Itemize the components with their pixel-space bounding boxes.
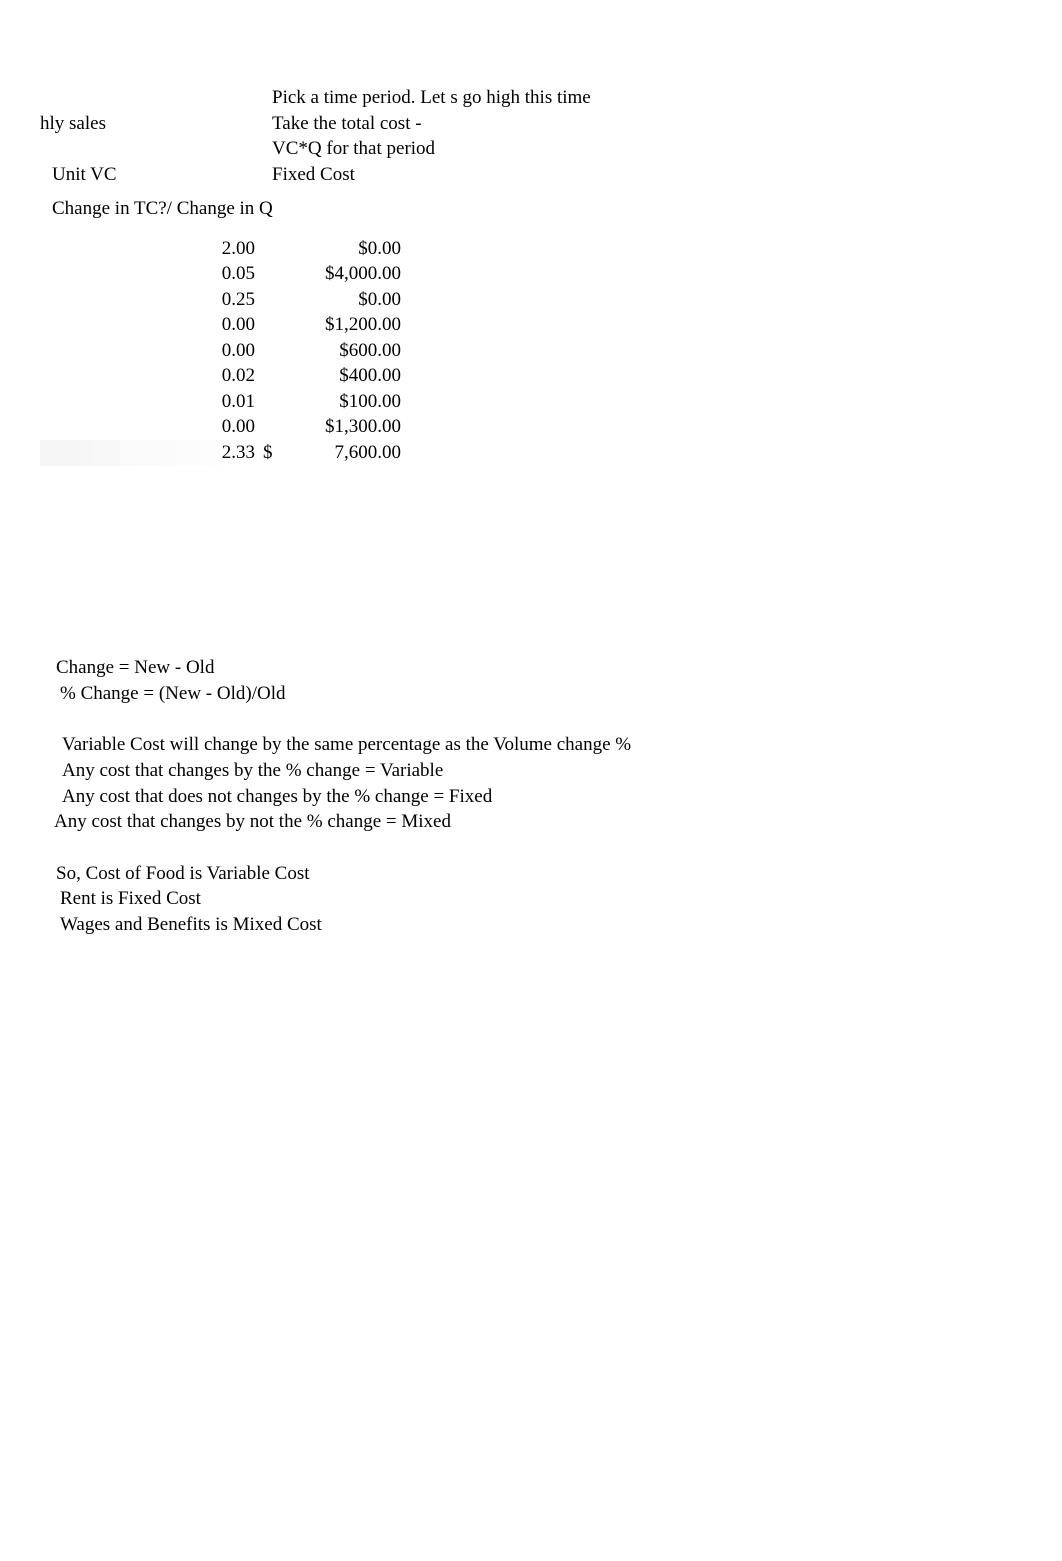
- cell-c: $0.00: [279, 287, 401, 313]
- cell-c: $0.00: [279, 236, 401, 262]
- note-line: Rent is Fixed Cost: [60, 886, 956, 912]
- note-line: Variable Cost will change by the same pe…: [62, 732, 956, 758]
- header-left-2: [40, 136, 272, 162]
- table-row: 2.00 $0.00: [40, 236, 401, 262]
- cell-a: 0.05: [40, 261, 259, 287]
- header-block: Pick a time period. Let s go high this t…: [40, 85, 640, 221]
- cell-a: 0.00: [40, 414, 259, 440]
- cell-a: 2.33: [40, 440, 259, 466]
- table-row-total: 2.33 $ 7,600.00: [40, 440, 401, 466]
- cell-c: $1,200.00: [279, 312, 401, 338]
- table-row: 0.25 $0.00: [40, 287, 401, 313]
- table-row: 0.00 $1,300.00: [40, 415, 401, 441]
- note-line: Wages and Benefits is Mixed Cost: [60, 912, 956, 938]
- header-right-2: VC*Q for that period: [272, 136, 640, 162]
- cell-a: 2.00: [40, 236, 259, 262]
- cell-c: $400.00: [279, 363, 401, 389]
- cell-a: 0.00: [40, 338, 259, 364]
- note-line: Any cost that changes by not the % chang…: [54, 809, 956, 835]
- table-row: 0.01 $100.00: [40, 389, 401, 415]
- cell-a: 0.00: [40, 312, 259, 338]
- cell-c: $4,000.00: [279, 261, 401, 287]
- header-row-4: Change in TC?/ Change in Q: [40, 196, 640, 222]
- header-right-1: Take the total cost -: [272, 111, 640, 137]
- cell-c: $100.00: [279, 389, 401, 415]
- notes-block: Change = New - Old % Change = (New - Old…: [56, 655, 956, 938]
- header-left-0: [40, 85, 272, 111]
- note-line: Any cost that changes by the % change = …: [62, 758, 956, 784]
- table-row: 0.05 $4,000.00: [40, 262, 401, 288]
- note-line: Any cost that does not changes by the % …: [62, 784, 956, 810]
- cell-a: 0.25: [40, 287, 259, 313]
- cell-c: $600.00: [279, 338, 401, 364]
- table-row: 0.02 $400.00: [40, 364, 401, 390]
- header-left-3: Unit VC: [40, 162, 272, 188]
- data-table: 2.00 $0.00 0.05 $4,000.00 0.25 $0.00 0.0…: [40, 236, 401, 466]
- note-line: So, Cost of Food is Variable Cost: [56, 861, 956, 887]
- cell-a: 0.01: [40, 389, 259, 415]
- note-line: % Change = (New - Old)/Old: [60, 681, 956, 707]
- table-row: 0.00 $600.00: [40, 338, 401, 364]
- cell-b: $: [259, 440, 279, 466]
- cell-c: $1,300.00: [279, 414, 401, 440]
- header-right-3: Fixed Cost: [272, 162, 640, 188]
- cell-a: 0.02: [40, 363, 259, 389]
- header-left-1: hly sales: [40, 111, 272, 137]
- cell-c: 7,600.00: [279, 440, 401, 466]
- header-right-0: Pick a time period. Let s go high this t…: [272, 85, 640, 111]
- table-row: 0.00 $1,200.00: [40, 313, 401, 339]
- note-line: Change = New - Old: [56, 655, 956, 681]
